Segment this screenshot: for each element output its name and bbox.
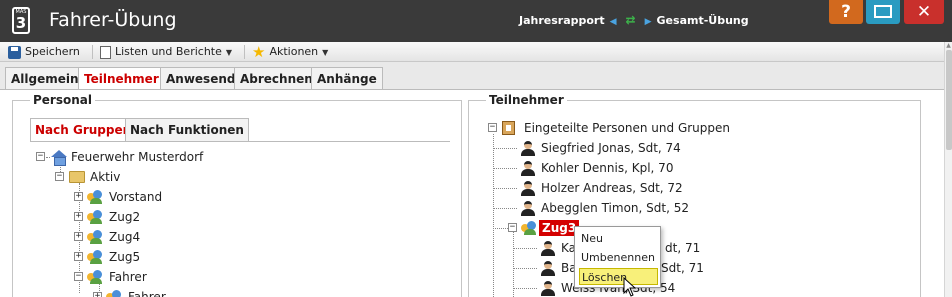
group-icon bbox=[87, 270, 103, 284]
tab-teilnehmer[interactable]: Teilnehmer bbox=[78, 67, 165, 90]
person-icon bbox=[520, 180, 536, 196]
sync-icon[interactable]: ⇄ bbox=[626, 13, 636, 27]
person-icon bbox=[520, 140, 536, 156]
tree-line bbox=[493, 228, 508, 229]
context-menu-umbenennen[interactable]: Umbenennen bbox=[579, 249, 658, 266]
tab-abrechnen[interactable]: Abrechnen bbox=[234, 67, 319, 90]
collapse-icon[interactable]: − bbox=[74, 272, 83, 281]
save-button[interactable]: Speichern bbox=[8, 44, 80, 60]
tree-line bbox=[513, 268, 537, 269]
arrow-left-icon[interactable]: ◀ bbox=[610, 17, 617, 27]
tab-anwesend[interactable]: Anwesend bbox=[160, 67, 242, 90]
person-icon bbox=[520, 200, 536, 216]
window-title: Fahrer-Übung bbox=[49, 9, 177, 31]
person-item[interactable]: Kohler Dennis, Kpl, 70 bbox=[520, 159, 720, 177]
expand-icon[interactable]: + bbox=[74, 212, 83, 221]
expand-icon[interactable]: + bbox=[93, 292, 102, 297]
tree-node-vorstand[interactable]: + Vorstand bbox=[74, 188, 194, 206]
title-bar: MAS 3 Fahrer-Übung Jahresrapport ◀ ⇄ ▶ Gesam… bbox=[0, 0, 952, 42]
group-icon bbox=[87, 210, 103, 224]
scrollbar-thumb[interactable] bbox=[946, 50, 952, 150]
expand-icon[interactable]: + bbox=[74, 252, 83, 261]
personal-legend: Personal bbox=[33, 93, 92, 107]
tree-node-zug5[interactable]: + Zug5 bbox=[74, 248, 194, 266]
house-icon bbox=[51, 150, 67, 166]
tree-line bbox=[493, 168, 517, 169]
group-icon bbox=[87, 230, 103, 244]
help-button[interactable]: ? bbox=[829, 0, 863, 24]
collapse-icon[interactable]: − bbox=[488, 123, 497, 132]
breadcrumb-gesamt-uebung[interactable]: Gesamt-Übung bbox=[657, 14, 749, 27]
close-button[interactable]: ✕ bbox=[904, 0, 944, 24]
breadcrumb-jahresrapport[interactable]: Jahresrapport bbox=[519, 14, 605, 27]
group-icon bbox=[87, 190, 103, 204]
tree-line bbox=[513, 248, 537, 249]
folder-icon bbox=[69, 171, 85, 183]
person-item[interactable]: Abegglen Timon, Sdt, 52 bbox=[520, 199, 720, 217]
chevron-down-icon: ▼ bbox=[322, 48, 329, 57]
tree-node-fahrer-child[interactable]: + Fahrer bbox=[93, 288, 213, 297]
context-menu-loeschen[interactable]: Löschen bbox=[579, 268, 658, 285]
tab-nach-gruppen[interactable]: Nach Gruppen bbox=[30, 118, 137, 142]
person-icon bbox=[540, 240, 556, 256]
document-icon bbox=[100, 45, 111, 59]
tree-node-zug2[interactable]: + Zug2 bbox=[74, 208, 194, 226]
toolbar-separator bbox=[244, 45, 245, 59]
tree-line bbox=[493, 134, 494, 297]
arrow-right-icon[interactable]: ▶ bbox=[645, 17, 652, 27]
save-icon bbox=[8, 45, 21, 59]
context-menu: Neu Umbenennen Löschen bbox=[574, 226, 661, 288]
tree-node-feuerwehr[interactable]: − Feuerwehr Musterdorf bbox=[36, 148, 236, 166]
tree-line bbox=[493, 208, 517, 209]
person-item[interactable]: Siegfried Jonas, Sdt, 74 bbox=[520, 139, 720, 157]
collapse-icon[interactable]: − bbox=[508, 223, 517, 232]
collapse-icon[interactable]: − bbox=[36, 152, 45, 161]
actions-menu[interactable]: ★ Aktionen ▼ bbox=[252, 44, 328, 60]
app-logo: MAS 3 bbox=[12, 7, 30, 34]
tree-line bbox=[493, 188, 517, 189]
tree-node-zug4[interactable]: + Zug4 bbox=[74, 228, 194, 246]
mouse-cursor-icon bbox=[623, 277, 637, 297]
person-icon bbox=[540, 280, 556, 296]
maximize-icon bbox=[874, 5, 892, 18]
collapse-icon[interactable]: − bbox=[55, 172, 64, 181]
toolbar: Speichern Listen und Berichte ▼ ★ Aktionen… bbox=[0, 42, 952, 62]
subtabs-divider bbox=[30, 141, 450, 142]
toolbar-separator bbox=[92, 45, 93, 59]
person-icon bbox=[540, 260, 556, 276]
tree-node-eingeteilte[interactable]: − Eingeteilte Personen und Gruppen bbox=[488, 119, 730, 137]
vertical-scrollbar[interactable]: ▲ bbox=[944, 42, 952, 297]
scroll-up-icon[interactable]: ▲ bbox=[945, 42, 952, 50]
group-icon bbox=[521, 221, 537, 235]
tree-line bbox=[513, 288, 537, 289]
teilnehmer-legend: Teilnehmer bbox=[489, 93, 564, 107]
tree-line bbox=[493, 148, 517, 149]
expand-icon[interactable]: + bbox=[74, 232, 83, 241]
maximize-button[interactable] bbox=[866, 0, 900, 24]
tree-node-fahrer[interactable]: − Fahrer bbox=[74, 268, 194, 286]
breadcrumb: Jahresrapport ◀ ⇄ ▶ Gesamt-Übung bbox=[519, 13, 749, 29]
person-icon bbox=[520, 160, 536, 176]
tab-allgemein[interactable]: Allgemein bbox=[5, 67, 85, 90]
star-icon: ★ bbox=[252, 43, 266, 61]
context-menu-neu[interactable]: Neu bbox=[579, 230, 658, 247]
tab-anhaenge[interactable]: Anhänge bbox=[311, 67, 383, 90]
tab-nach-funktionen[interactable]: Nach Funktionen bbox=[125, 118, 249, 142]
tree-node-aktiv[interactable]: − Aktiv bbox=[55, 168, 175, 186]
expand-icon[interactable]: + bbox=[74, 192, 83, 201]
lists-reports-menu[interactable]: Listen und Berichte ▼ bbox=[100, 44, 232, 60]
group-icon bbox=[106, 290, 122, 297]
list-icon bbox=[502, 121, 515, 135]
person-item[interactable]: Holzer Andreas, Sdt, 72 bbox=[520, 179, 720, 197]
chevron-down-icon: ▼ bbox=[225, 48, 233, 57]
group-icon bbox=[87, 250, 103, 264]
